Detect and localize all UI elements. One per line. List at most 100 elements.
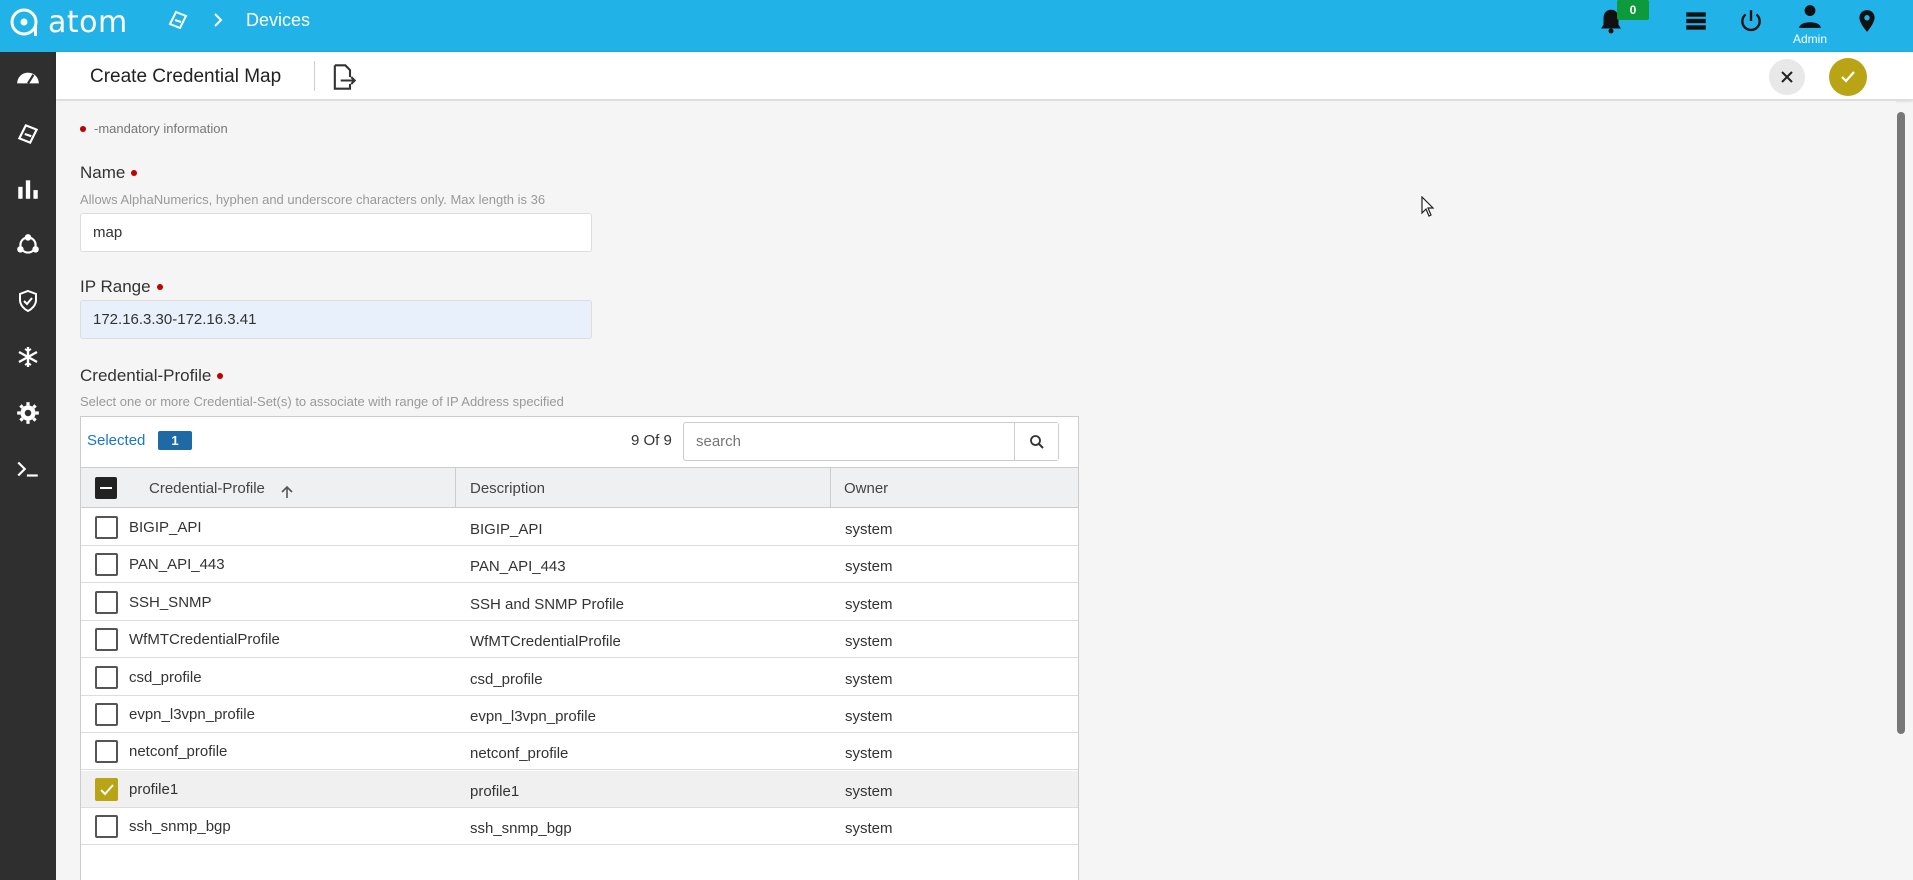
analytics-icon [18,180,38,199]
snowflake-icon [18,347,38,367]
cell-description: evpn_l3vpn_profile [470,708,596,725]
power-icon[interactable] [1738,8,1764,34]
export-file-icon[interactable] [329,63,357,91]
row-checkbox[interactable] [95,553,118,576]
table-row[interactable]: PAN_API_443 PAN_API_443 system [81,546,1078,583]
column-divider [830,468,831,508]
credential-profile-label-text: Credential-Profile [80,366,212,385]
sidebar-item-snowflake[interactable] [0,335,56,379]
page-header: Create Credential Map [56,52,1913,100]
selected-count-badge: 1 [158,431,192,450]
sidebar-item-devices[interactable] [0,112,56,156]
topology-icon [17,234,39,254]
table-header: Credential-Profile Description Owner [81,467,1078,508]
row-checkbox[interactable] [95,666,118,689]
selected-label[interactable]: Selected [87,432,145,449]
search-button[interactable] [1014,423,1058,460]
sort-arrow-up-icon[interactable] [279,484,295,500]
mandatory-dot [80,125,86,132]
top-bar: atom Devices 0 Admin [0,0,1913,52]
row-checkbox[interactable] [95,778,118,801]
cell-credential-profile: PAN_API_443 [129,556,225,573]
column-header-description[interactable]: Description [470,468,545,508]
column-header-credential-profile[interactable]: Credential-Profile [149,468,295,508]
select-all-checkbox[interactable] [95,477,117,499]
cell-owner: system [845,671,893,688]
location-pin-icon[interactable] [1854,8,1880,34]
cell-description: profile1 [470,783,520,800]
table-row[interactable]: ssh_snmp_bgp ssh_snmp_bgp system [81,808,1078,845]
breadcrumb: Devices [166,6,310,34]
notification-badge: 0 [1617,0,1649,20]
table-row[interactable]: profile1 profile1 system [81,771,1078,808]
name-input[interactable] [80,213,592,252]
table-row[interactable]: csd_profile csd_profile system [81,659,1078,696]
mandatory-text: -mandatory information [94,121,228,136]
row-checkbox[interactable] [95,703,118,726]
form-content: -mandatory information Name Allows Alpha… [56,101,1896,880]
table-row[interactable]: WfMTCredentialProfile WfMTCredentialProfi… [81,621,1078,658]
sidebar-item-topology[interactable] [0,223,56,267]
row-checkbox[interactable] [95,815,118,838]
chevron-right-icon [214,13,223,27]
ip-range-label: IP Range [80,277,163,297]
page-title: Create Credential Map [90,66,282,87]
user-label: Admin [1792,32,1827,46]
sidebar-item-security[interactable] [0,279,56,323]
ip-range-input[interactable] [80,300,592,339]
search-input[interactable] [684,423,1014,460]
cell-description: csd_profile [470,671,543,688]
row-checkbox[interactable] [95,516,118,539]
cell-owner: system [845,633,893,650]
page-scrollbar[interactable] [1897,112,1905,734]
cell-credential-profile: ssh_snmp_bgp [129,818,231,835]
ip-range-label-text: IP Range [80,277,151,296]
table-row[interactable]: BIGIP_API BIGIP_API system [81,509,1078,546]
mouse-cursor-icon [1421,196,1435,217]
table-toolbar: Selected 1 9 Of 9 [81,417,1078,467]
mandatory-note: -mandatory information [80,121,228,136]
breadcrumb-devices[interactable]: Devices [246,10,310,31]
row-checkbox[interactable] [95,628,118,651]
row-count: 9 Of 9 [631,432,672,449]
name-hint: Allows AlphaNumerics, hyphen and undersc… [80,192,546,207]
name-label-text: Name [80,163,126,182]
column-divider [455,468,456,508]
credential-profile-hint: Select one or more Credential-Set(s) to … [80,394,564,409]
save-button[interactable] [1829,58,1867,96]
cell-owner: system [845,783,893,800]
cell-credential-profile: evpn_l3vpn_profile [129,706,255,723]
devices-crumb-icon[interactable] [166,8,190,32]
row-checkbox[interactable] [95,740,118,763]
cell-credential-profile: csd_profile [129,669,202,686]
column-header-owner[interactable]: Owner [844,468,888,508]
table-row[interactable]: evpn_l3vpn_profile evpn_l3vpn_profile syst… [81,696,1078,733]
table-row[interactable]: netconf_profile netconf_profile system [81,733,1078,770]
table-row[interactable]: SSH_SNMP SSH and SNMP Profile system [81,584,1078,621]
cell-description: ssh_snmp_bgp [470,820,572,837]
brand-logo[interactable]: atom [8,4,128,40]
user-menu[interactable]: Admin [1790,3,1830,46]
row-checkbox[interactable] [95,591,118,614]
brand-text: atom [48,4,128,40]
cell-description: SSH and SNMP Profile [470,596,624,613]
search-box [683,422,1059,461]
settings-icon [17,402,39,424]
sidebar-item-terminal[interactable] [0,447,56,491]
required-dot [156,284,163,290]
close-icon [1781,71,1793,83]
devices-icon [17,123,39,145]
list-icon[interactable] [1683,8,1709,34]
dashboard-icon [17,72,39,84]
cancel-button[interactable] [1769,59,1805,95]
user-icon [1799,5,1821,28]
atom-logo-icon [10,8,38,36]
search-icon [1029,434,1044,449]
sidebar-item-settings[interactable] [0,391,56,435]
checkmark-icon [1841,71,1855,83]
cell-description: WfMTCredentialProfile [470,633,621,650]
required-dot [217,373,224,379]
sidebar-item-dashboard[interactable] [0,56,56,100]
name-label: Name [80,163,138,183]
sidebar-item-analytics[interactable] [0,167,56,211]
